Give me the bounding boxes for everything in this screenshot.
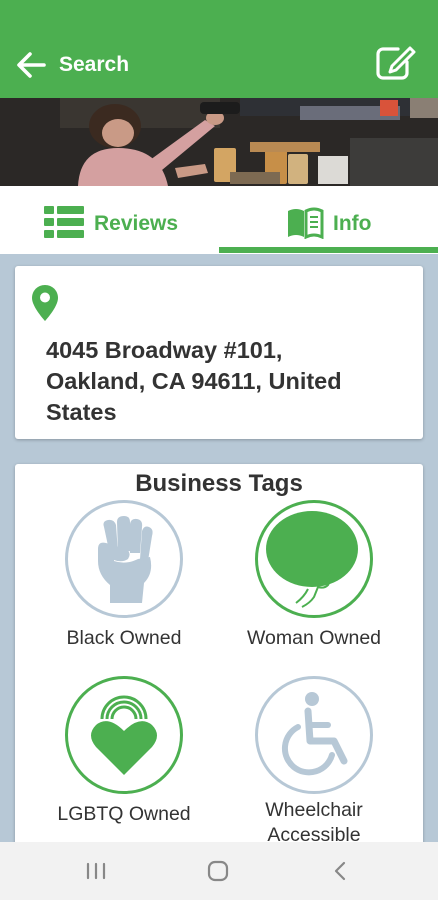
home-button[interactable] xyxy=(198,856,238,886)
address-line-2: Oakland, CA 94611, United xyxy=(46,368,342,394)
address-line-3: States xyxy=(46,399,117,425)
back-label[interactable]: Search xyxy=(59,53,129,77)
book-open-icon xyxy=(288,207,324,239)
tab-info[interactable]: Info xyxy=(219,186,438,254)
tab-bar: Reviews Info xyxy=(0,186,438,254)
system-navigation-bar xyxy=(0,842,438,900)
edit-button[interactable] xyxy=(374,44,416,82)
raised-fist-icon xyxy=(98,516,153,603)
recent-apps-button[interactable] xyxy=(76,856,116,886)
arrow-left-icon xyxy=(17,52,46,78)
active-tab-indicator xyxy=(219,247,438,253)
tag-lgbtq-owned-label: LGBTQ Owned xyxy=(57,803,191,825)
business-tags-card: Business Tags Black Owned Woman Owned LG… xyxy=(15,464,423,864)
tag-woman-owned: Woman Owned xyxy=(219,500,409,660)
business-photo xyxy=(0,98,438,186)
woman-profile-icon xyxy=(266,511,358,608)
tag-woman-owned-label: Woman Owned xyxy=(246,627,382,649)
recent-apps-icon xyxy=(86,862,106,880)
business-tags-title: Business Tags xyxy=(135,470,303,497)
address-text: 4045 Broadway #101, Oakland, CA 94611, U… xyxy=(46,335,386,428)
tag-lgbtq-owned: LGBTQ Owned xyxy=(29,676,219,836)
restaurant-photo-illustration xyxy=(0,98,438,186)
address-card[interactable]: 4045 Broadway #101, Oakland, CA 94611, U… xyxy=(15,266,423,439)
address-line-1: 4045 Broadway #101, xyxy=(46,337,283,363)
tag-wheelchair-accessible-label: Wheelchair Accessible xyxy=(219,798,409,848)
tab-reviews[interactable]: Reviews xyxy=(0,186,219,254)
tab-reviews-label: Reviews xyxy=(94,212,179,235)
tag-black-owned: Black Owned xyxy=(29,500,219,660)
map-pin-icon xyxy=(32,285,58,321)
edit-icon xyxy=(376,46,416,80)
tag-wheelchair-label-line-1: Wheelchair xyxy=(265,799,363,821)
tag-wheelchair-accessible-badge xyxy=(255,676,373,794)
system-back-button[interactable] xyxy=(320,856,360,886)
app-bar: Search xyxy=(0,0,438,98)
chevron-left-icon xyxy=(334,861,346,881)
tag-wheelchair-accessible: Wheelchair Accessible xyxy=(219,676,409,851)
back-button[interactable] xyxy=(14,48,48,82)
tag-black-owned-badge xyxy=(65,500,183,618)
wheelchair-icon xyxy=(281,692,348,776)
home-icon xyxy=(207,860,229,882)
list-icon xyxy=(44,206,84,238)
rainbow-heart-icon xyxy=(91,695,157,775)
tag-black-owned-label: Black Owned xyxy=(66,627,182,649)
tag-lgbtq-owned-badge xyxy=(65,676,183,794)
tag-woman-owned-badge xyxy=(255,500,373,618)
tab-info-label: Info xyxy=(333,212,372,235)
